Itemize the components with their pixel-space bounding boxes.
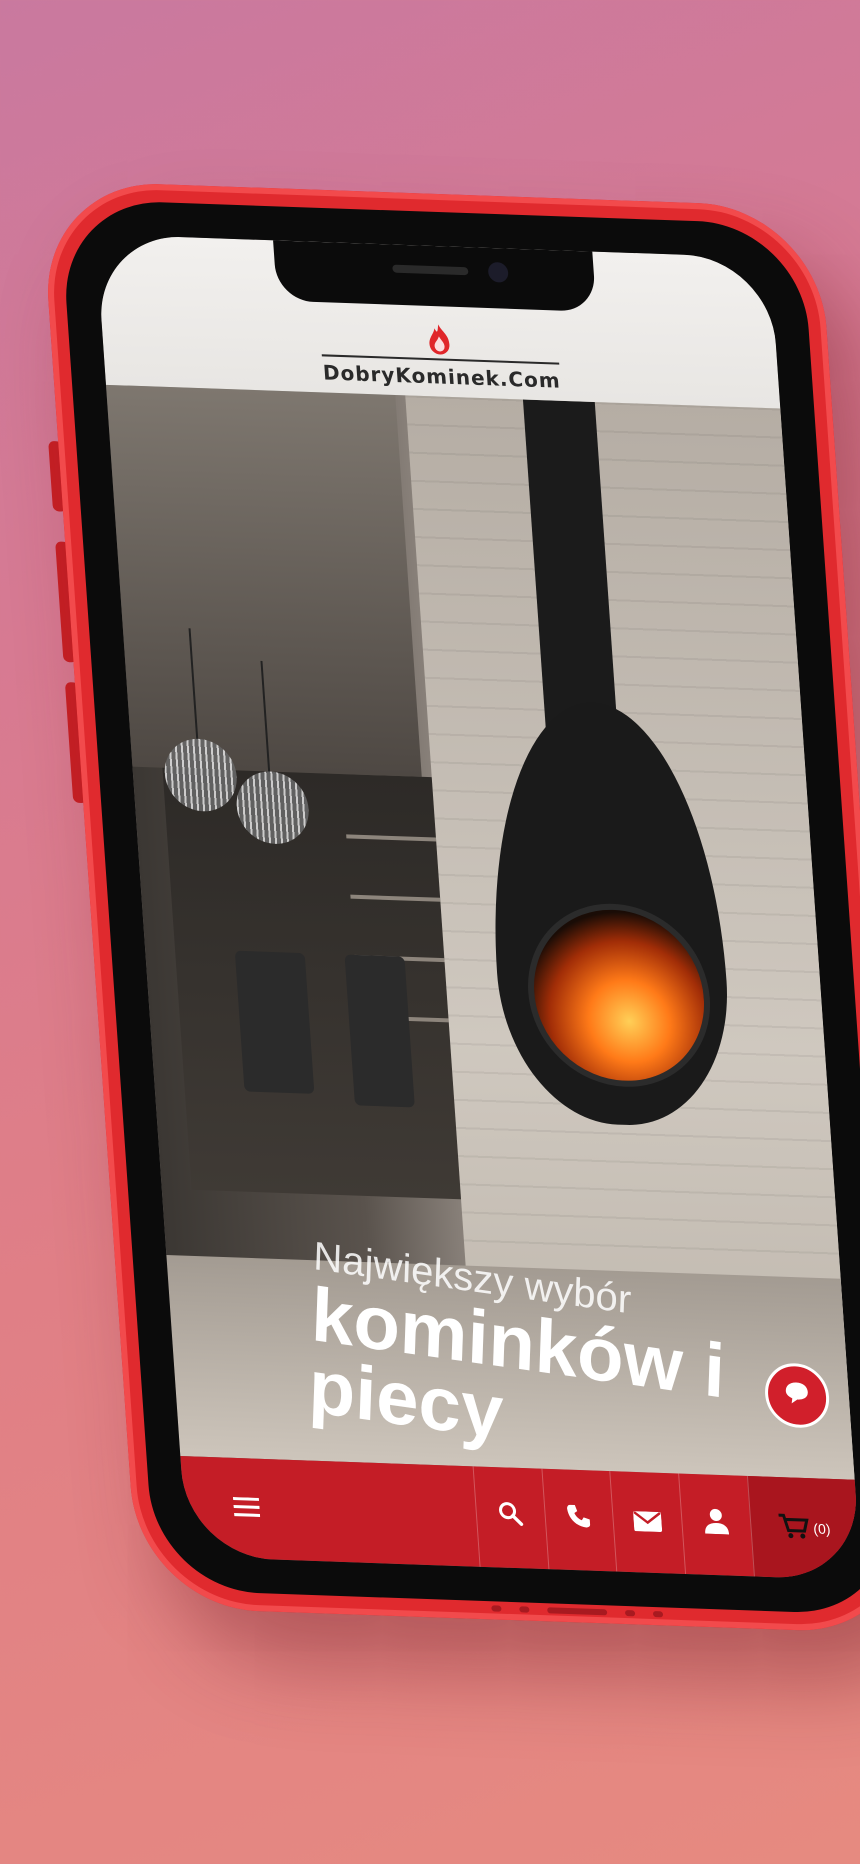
speaker-hole bbox=[519, 1606, 530, 1613]
phone-button[interactable] bbox=[540, 1468, 617, 1572]
search-button[interactable] bbox=[472, 1466, 548, 1570]
phone-mockup: DobryKominek.Com Największy wybór komink… bbox=[40, 180, 860, 1635]
mail-icon bbox=[633, 1505, 663, 1540]
phone-notch bbox=[273, 240, 597, 312]
hero-shelves bbox=[162, 767, 472, 1200]
cart-icon bbox=[778, 1513, 810, 1543]
speaker-hole bbox=[624, 1610, 636, 1617]
hero-banner: Największy wybór kominków i piecy bbox=[105, 384, 855, 1480]
phone-screen: DobryKominek.Com Największy wybór komink… bbox=[95, 234, 860, 1581]
shelf bbox=[346, 834, 437, 842]
mail-button[interactable] bbox=[609, 1471, 686, 1575]
account-button[interactable] bbox=[678, 1473, 755, 1577]
user-icon bbox=[704, 1508, 730, 1543]
charging-port bbox=[547, 1607, 608, 1616]
menu-button[interactable] bbox=[180, 1456, 479, 1567]
search-icon bbox=[496, 1500, 524, 1535]
cart-button[interactable]: (0) bbox=[747, 1475, 860, 1581]
shelf bbox=[350, 894, 441, 902]
dining-chair bbox=[344, 954, 415, 1108]
flame-icon bbox=[424, 322, 454, 357]
speaker-hole bbox=[491, 1605, 502, 1612]
phone-icon bbox=[565, 1503, 593, 1538]
logo-text: DobryKominek.Com bbox=[321, 354, 562, 393]
cart-count: (0) bbox=[812, 1520, 831, 1538]
dining-chair bbox=[234, 950, 315, 1094]
speaker-hole bbox=[652, 1610, 664, 1618]
chat-bubble-icon bbox=[783, 1379, 811, 1411]
site-logo[interactable]: DobryKominek.Com bbox=[319, 318, 562, 393]
front-camera bbox=[487, 261, 509, 283]
phone-bezel: DobryKominek.Com Największy wybór komink… bbox=[59, 198, 860, 1616]
menu-icon bbox=[232, 1491, 261, 1526]
speaker-grille bbox=[392, 264, 469, 276]
